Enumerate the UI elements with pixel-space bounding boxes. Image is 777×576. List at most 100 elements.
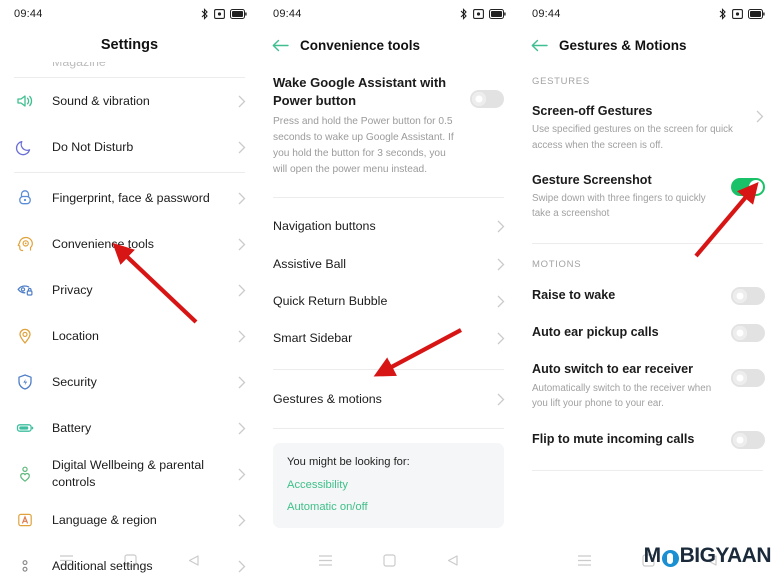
wake-google-assistant-row[interactable]: Wake Google Assistant with Power button … xyxy=(259,62,518,187)
setting-screen-off-gestures[interactable]: Screen-off Gestures Use specified gestur… xyxy=(518,96,777,162)
back-arrow-icon[interactable] xyxy=(271,36,289,54)
you-might-be-looking-for-card: You might be looking for: Accessibility … xyxy=(273,443,504,529)
wake-google-assistant-toggle[interactable] xyxy=(470,90,504,108)
settings-title-bar: Settings xyxy=(0,28,259,62)
chevron-right-icon xyxy=(237,513,247,527)
bluetooth-icon xyxy=(719,8,726,20)
page-title: Convenience tools xyxy=(300,37,421,53)
divider xyxy=(273,197,504,199)
battery-icon xyxy=(14,417,36,439)
chevron-right-icon xyxy=(237,467,247,481)
toggle-knob xyxy=(472,92,486,106)
setting-text: Flip to mute incoming calls xyxy=(532,431,731,447)
divider xyxy=(532,470,763,472)
navigation-bar xyxy=(259,545,518,576)
setting-title: Raise to wake xyxy=(532,288,616,303)
sidebar-item-location[interactable]: Location xyxy=(0,313,259,359)
list-item-gestures-and-motions[interactable]: Gestures & motions xyxy=(259,382,518,416)
list-item-smart-sidebar[interactable]: Smart Sidebar xyxy=(259,320,518,357)
list-item-assistive-ball[interactable]: Assistive Ball xyxy=(259,246,518,283)
sidebar-item-label: Battery xyxy=(52,420,92,435)
list-item-quick-return-bubble[interactable]: Quick Return Bubble xyxy=(259,283,518,320)
auto-ear-pickup-calls-toggle[interactable] xyxy=(731,324,765,343)
page-title: Settings xyxy=(100,37,159,53)
recents-menu-icon[interactable] xyxy=(59,554,74,567)
list-item-label: Quick Return Bubble xyxy=(273,294,388,309)
chevron-right-icon xyxy=(496,219,506,233)
auto-switch-to-ear-receiver-toggle[interactable] xyxy=(731,369,765,388)
back-arrow-icon[interactable] xyxy=(530,36,548,54)
hint-link-accessibility[interactable]: Accessibility xyxy=(287,479,490,491)
setting-title: Auto switch to ear receiver xyxy=(532,362,693,377)
sidebar-item-digital-wellbeing[interactable]: Digital Wellbeing & parental controls xyxy=(0,451,259,497)
location-pin-icon xyxy=(14,325,36,347)
bluetooth-icon xyxy=(460,8,467,20)
convenience-tools-title-bar: Convenience tools xyxy=(259,28,518,62)
lock-icon xyxy=(14,187,36,209)
sidebar-item-security[interactable]: Security xyxy=(0,359,259,405)
flip-to-mute-incoming-calls-toggle[interactable] xyxy=(731,431,765,450)
panel-convenience-tools: 09:44 Convenience tools Wake Google Assi… xyxy=(259,0,518,576)
sidebar-item-sound-vibration[interactable]: Sound & vibration xyxy=(0,78,259,124)
raise-to-wake-toggle[interactable] xyxy=(731,287,765,306)
wake-google-assistant-text: Wake Google Assistant with Power button … xyxy=(273,74,470,177)
sidebar-item-language-region[interactable]: Language & region xyxy=(0,497,259,543)
list-item-label: Gestures & motions xyxy=(273,391,382,406)
speaker-icon xyxy=(14,90,36,112)
sidebar-item-convenience-tools[interactable]: Convenience tools xyxy=(0,221,259,267)
sidebar-item-label: Location xyxy=(52,328,99,343)
chevron-right-icon xyxy=(237,140,247,154)
setting-title: Gesture Screenshot xyxy=(532,172,652,187)
back-triangle-icon[interactable] xyxy=(446,554,459,567)
chevron-right-icon xyxy=(237,375,247,389)
sidebar-item-label: Do Not Disturb xyxy=(52,139,134,154)
list-item-label: Assistive Ball xyxy=(273,257,346,272)
status-bar: 09:44 xyxy=(0,0,259,28)
sidebar-item-privacy[interactable]: Privacy xyxy=(0,267,259,313)
setting-description: Use specified gestures on the screen for… xyxy=(532,124,733,151)
status-icon-group xyxy=(719,8,765,20)
setting-flip-to-mute-incoming-calls[interactable]: Flip to mute incoming calls xyxy=(518,420,777,458)
toggle-knob xyxy=(733,371,747,386)
recents-menu-icon[interactable] xyxy=(318,554,333,567)
scrolled-off-row-label: Magazine xyxy=(52,62,106,69)
setting-text: Auto switch to ear receiver Automaticall… xyxy=(532,361,731,411)
sidebar-item-label: Sound & vibration xyxy=(52,93,150,108)
setting-auto-ear-pickup-calls[interactable]: Auto ear pickup calls xyxy=(518,315,777,352)
setting-title: Auto ear pickup calls xyxy=(532,325,659,340)
panel-gestures-and-motions: 09:44 Gestures & Motions GESTURES Screen… xyxy=(518,0,777,576)
home-square-icon[interactable] xyxy=(124,554,137,567)
status-bar: 09:44 xyxy=(518,0,777,28)
setting-gesture-screenshot[interactable]: Gesture Screenshot Swipe down with three… xyxy=(518,162,777,231)
hint-link-automatic-on-off[interactable]: Automatic on/off xyxy=(287,501,490,513)
bluetooth-icon xyxy=(201,8,208,20)
gesture-screenshot-toggle[interactable] xyxy=(731,177,765,196)
sidebar-item-fingerprint-face-password[interactable]: Fingerprint, face & password xyxy=(0,175,259,221)
toggle-knob xyxy=(733,289,747,304)
three-panel-screenshot-strip: 09:44 Settings Magazine Sound & vibratio… xyxy=(0,0,777,576)
wellbeing-person-heart-icon xyxy=(14,463,36,485)
sidebar-item-label: Digital Wellbeing & parental controls xyxy=(52,458,204,489)
back-triangle-icon[interactable] xyxy=(187,554,200,567)
head-gear-icon xyxy=(14,233,36,255)
list-item-label: Smart Sidebar xyxy=(273,331,353,346)
list-item-navigation-buttons[interactable]: Navigation buttons xyxy=(259,206,518,246)
chevron-right-icon xyxy=(496,258,506,272)
setting-text: Auto ear pickup calls xyxy=(532,324,731,340)
watermark-o-glyph-icon xyxy=(661,549,679,567)
sidebar-item-battery[interactable]: Battery xyxy=(0,405,259,451)
chevron-right-icon xyxy=(496,392,506,406)
wake-google-assistant-description: Press and hold the Power button for 0.5 … xyxy=(273,116,454,175)
language-a-icon xyxy=(14,509,36,531)
home-square-icon[interactable] xyxy=(383,554,396,567)
recents-menu-icon[interactable] xyxy=(577,554,592,567)
chevron-right-icon xyxy=(237,329,247,343)
setting-raise-to-wake[interactable]: Raise to wake xyxy=(518,279,777,315)
chevron-right-icon xyxy=(755,109,765,123)
page-title: Gestures & Motions xyxy=(559,37,687,53)
chevron-right-icon xyxy=(496,332,506,346)
divider xyxy=(14,172,245,173)
setting-auto-switch-to-ear-receiver[interactable]: Auto switch to ear receiver Automaticall… xyxy=(518,352,777,420)
sidebar-item-do-not-disturb[interactable]: Do Not Disturb xyxy=(0,124,259,170)
chevron-right-icon xyxy=(237,94,247,108)
